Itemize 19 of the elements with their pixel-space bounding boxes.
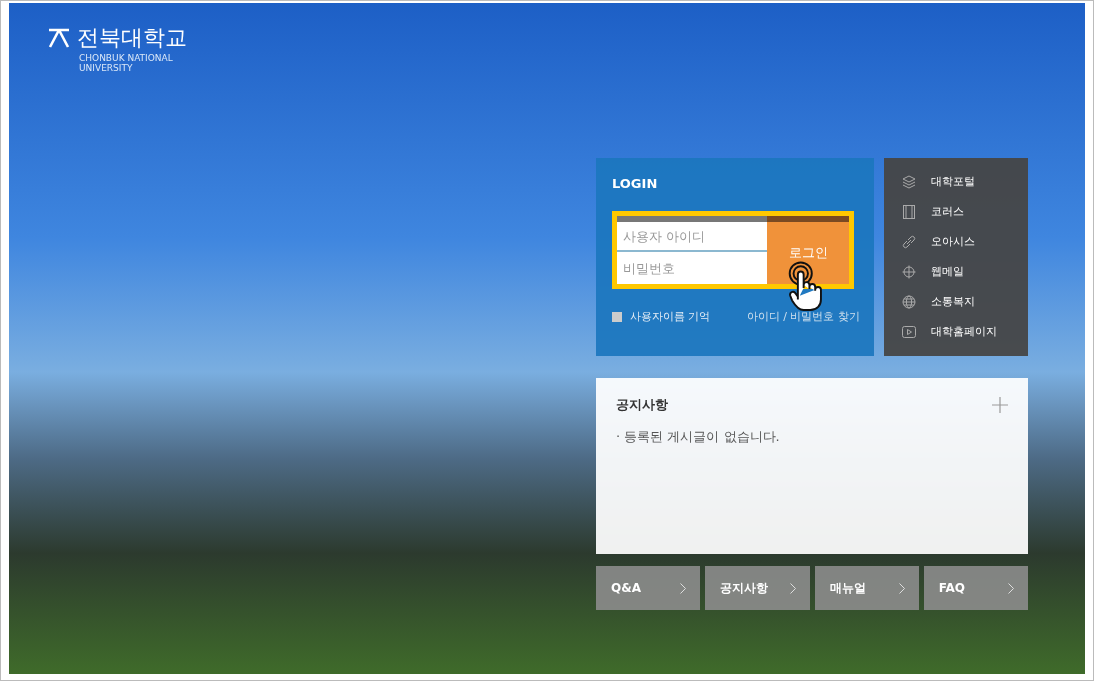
password-field[interactable]: 비밀번호 — [617, 252, 767, 284]
notice-empty-message: · 등록된 게시글이 없습니다. — [616, 428, 781, 446]
remember-label: 사용자이름 기억 — [630, 309, 711, 324]
login-title: LOGIN — [612, 176, 659, 191]
university-name: 전북대학교 — [77, 24, 187, 52]
quick-link[interactable]: 소통복지 — [902, 293, 1028, 310]
quick-link[interactable]: 코러스 — [902, 203, 1028, 220]
quick-link[interactable]: 오아시스 — [902, 233, 1028, 250]
find-account-link[interactable]: 아이디 / 비밀번호 찾기 — [746, 309, 860, 324]
quick-link[interactable]: 대학홈페이지 — [902, 323, 1028, 340]
shortcut-button[interactable]: FAQ — [923, 566, 1028, 610]
university-english-name: CHONBUK NATIONAL UNIVERSITY — [79, 53, 174, 73]
shortcut-button[interactable]: 매뉴얼 — [814, 566, 919, 610]
shortcut-button[interactable]: Q&A — [596, 566, 701, 610]
user-id-field[interactable]: 사용자 아이디 — [617, 216, 767, 252]
shortcut-button[interactable]: 공지사항 — [705, 566, 810, 610]
quick-link[interactable]: 웹메일 — [902, 263, 1028, 280]
notice-title: 공지사항 — [616, 396, 668, 414]
quick-link[interactable]: 대학포털 — [902, 173, 1028, 190]
